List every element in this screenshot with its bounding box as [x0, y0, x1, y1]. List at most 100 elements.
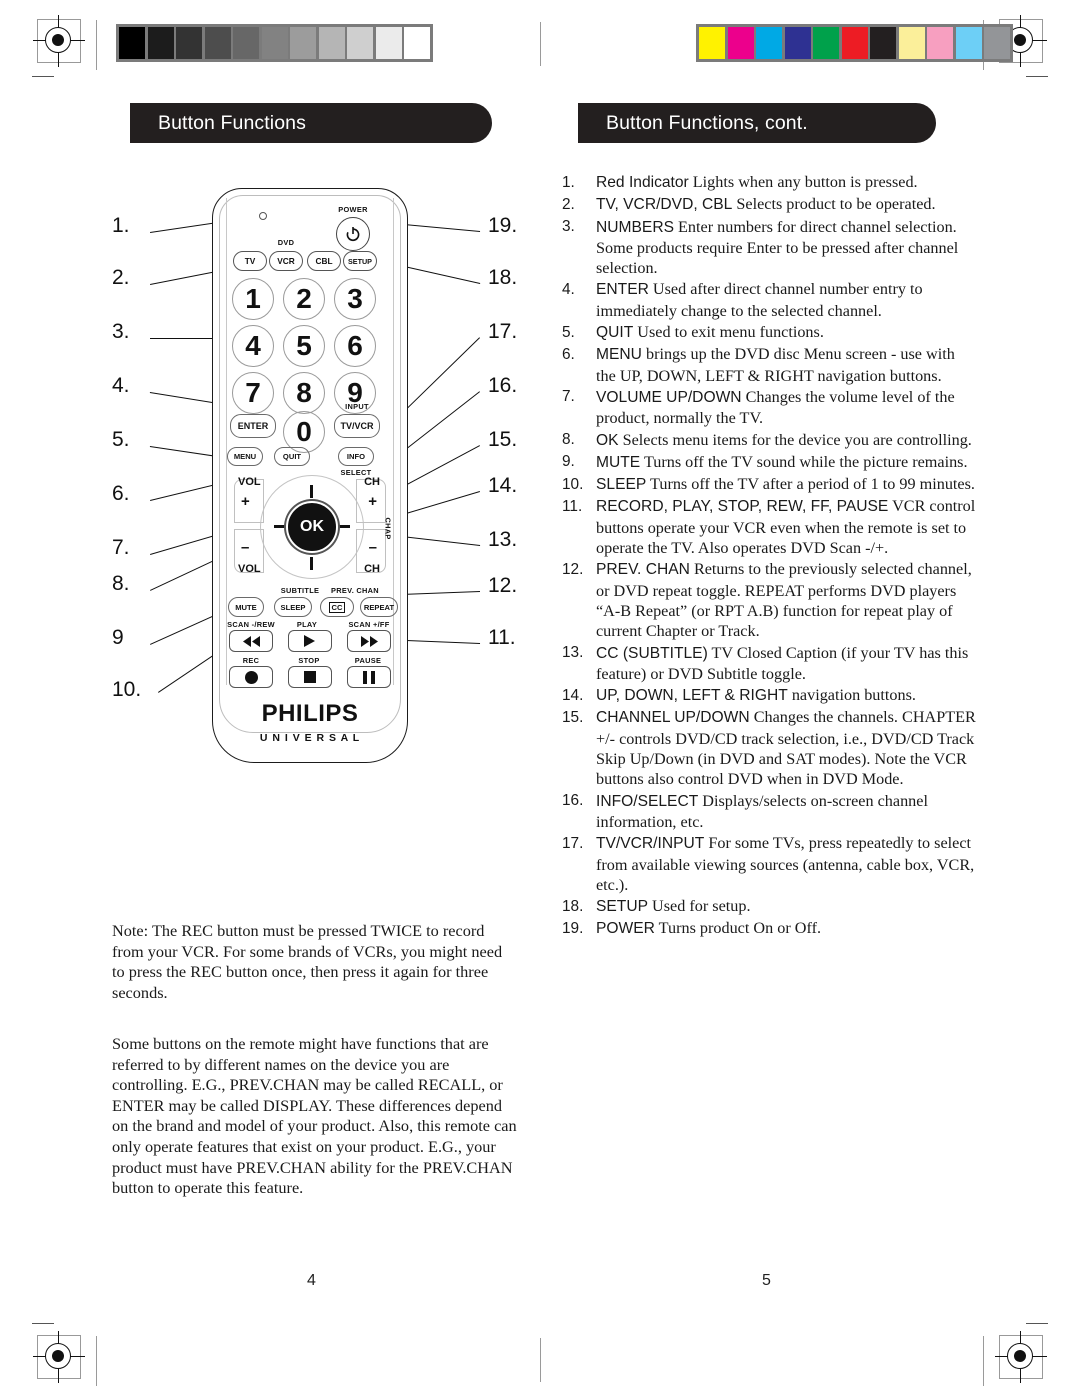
function-item-button-name: UP, DOWN, LEFT & RIGHT [596, 687, 788, 705]
function-item-button-name: RECORD, PLAY, STOP, REW, FF, PAUSE [596, 498, 889, 516]
record-button[interactable] [229, 666, 273, 688]
function-item: 3. NUMBERS Enter numbers for direct chann… [562, 217, 977, 279]
cc-subtitle-button[interactable]: CC [320, 597, 354, 617]
callout-left-1: 1. [112, 214, 130, 237]
function-item-button-name: CC (SUBTITLE) [596, 644, 708, 662]
swatch-9 [375, 27, 402, 59]
callout-right-14: 14. [488, 474, 518, 497]
enter-button[interactable]: ENTER [230, 414, 276, 438]
crop-tick-top-left [32, 76, 54, 78]
swatch-6 [290, 27, 316, 59]
device-button-cbl[interactable]: CBL [307, 251, 341, 271]
device-button-vcr[interactable]: VCR [269, 251, 303, 271]
info-button[interactable]: INFO [338, 447, 374, 466]
function-item-button-name: NUMBERS [596, 218, 674, 236]
play-button[interactable] [288, 630, 332, 652]
function-item-text: SETUP Used for setup. [596, 896, 977, 917]
input-label: INPUT [345, 402, 369, 411]
repeat-button[interactable]: REPEAT [360, 597, 398, 617]
device-button-setup[interactable]: SETUP [343, 251, 377, 271]
callout-left-7: 7. [112, 536, 130, 559]
function-item: 9. MUTE Turns off the TV sound while the … [562, 452, 977, 473]
function-item-text: NUMBERS Enter numbers for direct channel… [596, 217, 977, 279]
function-item-description: Selects menu items for the device you ar… [618, 430, 972, 449]
play-label: PLAY [296, 620, 318, 629]
function-item-description: Selects product to be operated. [732, 195, 936, 214]
function-item: 12. PREV. CHAN Returns to the previously … [562, 559, 977, 641]
power-button[interactable] [336, 217, 370, 251]
function-item-text: Red Indicator Lights when any button is … [596, 172, 977, 193]
nav-down-arrow[interactable] [310, 557, 314, 570]
function-item-number: 3. [562, 218, 575, 236]
function-item-number: 1. [562, 173, 575, 191]
nav-up-arrow[interactable] [310, 485, 314, 498]
function-item-text: CC (SUBTITLE) TV Closed Caption (if your… [596, 643, 977, 685]
number-button-1[interactable]: 1 [232, 278, 274, 320]
prev-chan-label: PREV. CHAN [331, 586, 379, 595]
swatch-6 [870, 27, 896, 59]
device-button-tv[interactable]: TV [233, 251, 267, 271]
function-item-number: 18. [562, 897, 584, 915]
stop-button[interactable] [288, 666, 332, 688]
function-item-text: POWER Turns product On or Off. [596, 918, 977, 939]
function-item-button-name: INFO/SELECT [596, 792, 699, 810]
record-icon [244, 670, 258, 684]
registration-mark-top-left [33, 15, 85, 67]
trim-rule-left-bottom [96, 1336, 98, 1386]
ok-button[interactable]: OK [286, 501, 338, 553]
channel-plus-sign: + [368, 493, 377, 510]
callout-right-19: 19. [488, 214, 518, 237]
function-item-button-name: PREV. CHAN [596, 561, 690, 579]
quit-button[interactable]: QUIT [274, 447, 310, 466]
function-item-description: brings up the DVD disc Menu screen - use… [596, 345, 955, 385]
crop-tick-bottom-left [32, 1323, 54, 1325]
function-item-text: SLEEP Turns off the TV after a period of… [596, 474, 977, 495]
number-button-6[interactable]: 6 [334, 325, 376, 367]
function-item: 4. ENTER Used after direct channel number… [562, 279, 977, 321]
left-page-banner: Button Functions [130, 103, 492, 143]
rewind-button[interactable] [229, 630, 273, 652]
function-item-text: ENTER Used after direct channel number e… [596, 279, 977, 321]
callout-left-4: 4. [112, 374, 130, 397]
nav-right-arrow[interactable] [337, 525, 350, 529]
number-button-5[interactable]: 5 [283, 325, 325, 367]
function-item-button-name: ENTER [596, 281, 649, 299]
leader-right-17 [397, 337, 480, 418]
function-item-description: Used to exit menu functions. [633, 323, 824, 342]
pause-button[interactable] [347, 666, 391, 688]
function-item-button-name: VOLUME UP/DOWN [596, 388, 742, 406]
number-button-7[interactable]: 7 [232, 372, 274, 414]
function-item-number: 14. [562, 686, 584, 704]
scan-ff-label: SCAN +/FF [348, 620, 390, 629]
swatch-1 [147, 27, 174, 59]
callout-left-5: 5. [112, 428, 130, 451]
page-number-left: 4 [307, 1272, 316, 1289]
function-item: 14. UP, DOWN, LEFT & RIGHT navigation but… [562, 685, 977, 706]
function-item-text: TV/VCR/INPUT For some TVs, press repeate… [596, 833, 977, 895]
function-item-button-name: CHANNEL UP/DOWN [596, 709, 750, 727]
function-item-number: 9. [562, 453, 575, 471]
pause-icon [362, 670, 376, 684]
sleep-button[interactable]: SLEEP [274, 597, 312, 617]
mute-button[interactable]: MUTE [228, 597, 264, 617]
function-item-number: 7. [562, 388, 575, 406]
function-item-text: MENU brings up the DVD disc Menu screen … [596, 344, 977, 386]
number-button-4[interactable]: 4 [232, 325, 274, 367]
function-item-text: INFO/SELECT Displays/selects on-screen c… [596, 791, 977, 833]
function-item-text: VOLUME UP/DOWN Changes the volume level … [596, 387, 977, 429]
function-item-text: QUIT Used to exit menu functions. [596, 322, 977, 343]
function-item-number: 16. [562, 792, 584, 810]
function-item-button-name: QUIT [596, 324, 634, 342]
menu-button[interactable]: MENU [227, 447, 263, 466]
swatch-10 [404, 27, 430, 59]
function-item: 17. TV/VCR/INPUT For some TVs, press repe… [562, 833, 977, 895]
number-button-8[interactable]: 8 [283, 372, 325, 414]
tv-vcr-button[interactable]: TV/VCR [334, 414, 380, 438]
number-button-2[interactable]: 2 [283, 278, 325, 320]
function-item-number: 4. [562, 280, 575, 298]
power-label: POWER [338, 205, 368, 214]
cc-button-label: CC [329, 601, 345, 613]
number-button-3[interactable]: 3 [334, 278, 376, 320]
fast-forward-button[interactable] [347, 630, 391, 652]
swatch-5 [841, 27, 868, 59]
